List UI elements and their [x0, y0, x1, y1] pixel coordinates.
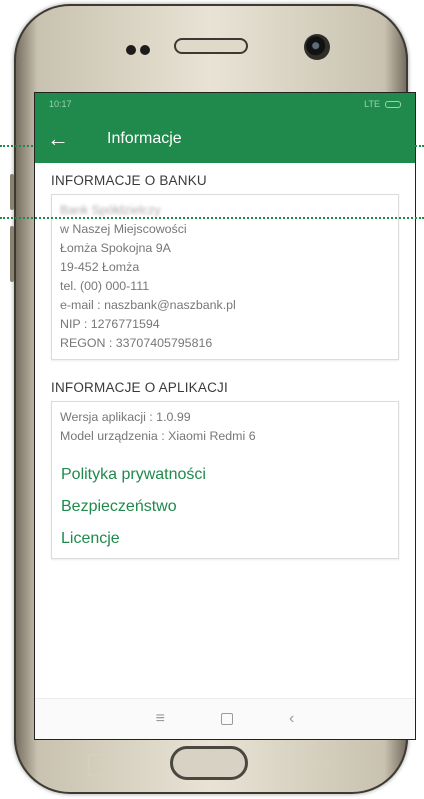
android-nav-bar: ≡ ‹	[35, 698, 415, 739]
screen: 10:17 LTE ← Informacje INFORMACJE O BANK…	[34, 92, 416, 740]
recent-apps-key[interactable]	[88, 754, 114, 776]
bank-info-line: Łomża Spokojna 9A	[60, 241, 171, 255]
bank-info-line: w Naszej Miejscowości	[60, 222, 187, 236]
app-info-card: Wersja aplikacji : 1.0.99 Model urządzen…	[51, 401, 399, 559]
content: INFORMACJE O BANKU Bank Spółdzielczy w N…	[35, 163, 415, 739]
licenses-link[interactable]: Licencje	[61, 530, 390, 548]
dotted-marker-line	[0, 145, 424, 147]
home-key[interactable]	[170, 746, 248, 780]
back-icon[interactable]: ‹	[289, 710, 294, 728]
app-version: Wersja aplikacji : 1.0.99	[60, 410, 191, 424]
battery-icon	[385, 100, 401, 108]
hardware-keys: ↩	[0, 740, 424, 790]
bank-nip: NIP : 1276771594	[60, 317, 160, 331]
sensor-dots	[126, 42, 154, 60]
app-section-title: INFORMACJE O APLIKACJI	[51, 380, 228, 395]
privacy-policy-link[interactable]: Polityka prywatności	[61, 466, 390, 484]
status-indicators: LTE	[364, 99, 401, 109]
bank-phone: tel. (00) 000-111	[60, 279, 150, 293]
bank-email: e-mail : naszbank@naszbank.pl	[60, 298, 236, 312]
sensor-dot	[140, 45, 150, 55]
app-bar: ← Informacje	[35, 115, 415, 163]
earpiece-speaker	[174, 38, 248, 54]
status-time: 10:17	[49, 99, 72, 109]
bank-info-line: 19-452 Łomża	[60, 260, 140, 274]
front-camera	[304, 34, 330, 60]
network-label: LTE	[364, 99, 380, 109]
menu-icon[interactable]: ≡	[156, 710, 165, 728]
home-icon[interactable]	[221, 713, 233, 725]
volume-down-button[interactable]	[10, 226, 14, 282]
phone-frame: 10:17 LTE ← Informacje INFORMACJE O BANK…	[10, 4, 416, 794]
bank-regon: REGON : 33707405795816	[60, 336, 213, 350]
status-bar: 10:17 LTE	[35, 93, 415, 115]
sensor-dot	[126, 45, 136, 55]
security-link[interactable]: Bezpieczeństwo	[61, 498, 390, 516]
volume-up-button[interactable]	[10, 174, 14, 210]
bank-section-title: INFORMACJE O BANKU	[51, 173, 207, 188]
back-key-icon[interactable]: ↩	[314, 752, 338, 777]
dotted-marker-line	[0, 217, 424, 219]
device-model: Model urządzenia : Xiaomi Redmi 6	[60, 429, 256, 443]
